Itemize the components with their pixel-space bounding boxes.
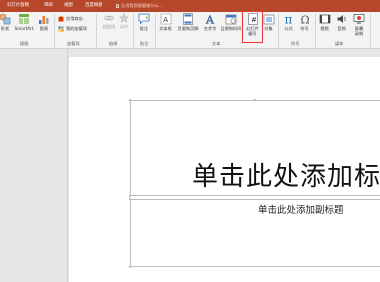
header-footer-button[interactable]: 页眉和页脚 <box>175 13 201 39</box>
pi-icon: π <box>284 13 292 25</box>
svg-text:A: A <box>163 16 168 24</box>
resize-handle[interactable] <box>254 99 256 101</box>
group-separator <box>96 14 97 48</box>
action-star-icon <box>119 13 129 23</box>
title-placeholder-text: 单击此处添加标 <box>192 162 380 192</box>
object-button[interactable]: 对象 <box>262 13 275 39</box>
bar-chart-icon <box>39 16 49 24</box>
my-addins-label: 我的加载项 <box>66 26 87 31</box>
film-icon <box>319 14 330 24</box>
omega-icon: Ω <box>300 14 309 26</box>
group-label-links: 链接 <box>109 41 118 46</box>
subtitle-placeholder-text: 单击此处添加副标题 <box>258 205 344 216</box>
screen-recording-icon <box>353 14 365 24</box>
hyperlink-label: 超链接 <box>102 24 116 29</box>
smartart-button[interactable]: SmartArt <box>12 13 36 39</box>
group-label-addins: 加载项 <box>67 41 80 46</box>
speaker-icon <box>337 15 346 23</box>
textbox-label: 文本框 <box>159 26 172 31</box>
date-time-button[interactable]: 日期和时间 <box>219 13 243 39</box>
group-separator <box>278 14 279 48</box>
group-separator <box>315 14 316 48</box>
equation-label: 公式 <box>284 26 293 31</box>
group-label-symbols: 符号 <box>291 41 300 46</box>
textbox-icon: A <box>160 13 171 25</box>
ribbon-insert: 形状 SmartArt 图表 插图 应用商店 我的加载项 加载项 超链接 动作 … <box>0 12 380 49</box>
header-footer-icon <box>183 13 193 25</box>
tab-view[interactable]: 视图 <box>64 2 73 10</box>
tab-baidu-netdisk[interactable]: 百度网盘 <box>85 2 103 10</box>
tell-me-search[interactable]: 告诉我您想要做什么... <box>116 2 163 10</box>
symbol-button[interactable]: Ω 符号 <box>297 13 312 39</box>
addins-icon <box>58 26 64 32</box>
equation-button[interactable]: π 公式 <box>281 13 296 39</box>
shapes-button[interactable]: 形状 <box>0 13 12 39</box>
calendar-icon <box>225 14 237 25</box>
resize-handle[interactable] <box>129 198 131 200</box>
comment-label: 批注 <box>139 26 149 31</box>
symbol-label: 符号 <box>300 26 309 31</box>
audio-label: 音频 <box>337 26 346 31</box>
svg-text:Ω: Ω <box>300 14 309 26</box>
comment-button[interactable]: 批注 <box>137 13 151 39</box>
audio-button[interactable]: 音频 <box>334 13 349 39</box>
resize-handle[interactable] <box>129 195 131 197</box>
store-button[interactable]: 应用商店 <box>58 15 83 23</box>
group-separator <box>54 14 55 48</box>
textbox-button[interactable]: A 文本框 <box>156 13 175 39</box>
action-label: 动作 <box>119 24 129 29</box>
svg-text:π: π <box>284 13 292 25</box>
svg-text:A: A <box>205 14 215 26</box>
screen-recording-button[interactable]: 屏幕 录制 <box>351 13 367 39</box>
group-label-illustrations: 插图 <box>20 41 29 46</box>
chart-label: 图表 <box>39 26 49 31</box>
group-separator <box>370 14 371 48</box>
group-separator <box>133 14 134 48</box>
slide-thumbnail-pane[interactable] <box>0 49 68 282</box>
wordart-button[interactable]: A 艺术字 <box>201 13 219 39</box>
smartart-icon <box>19 14 29 24</box>
object-icon <box>263 14 274 25</box>
video-label: 视频 <box>320 26 329 31</box>
tell-me-placeholder: 告诉我您想要做什么... <box>121 3 163 8</box>
smartart-label: SmartArt <box>14 26 34 31</box>
group-label-comments: 批注 <box>140 41 149 46</box>
store-icon <box>58 16 64 22</box>
resize-handle[interactable] <box>129 99 131 101</box>
action-button[interactable]: 动作 <box>118 13 130 39</box>
link-icon <box>104 15 114 21</box>
resize-handle[interactable] <box>129 266 131 268</box>
tab-slideshow[interactable]: 幻灯片放映 <box>7 2 29 10</box>
screen-recording-label-2: 录制 <box>354 31 364 36</box>
wordart-label: 艺术字 <box>203 26 217 31</box>
shapes-icon <box>0 13 11 25</box>
slide-number-highlight-box <box>242 11 263 43</box>
chart-button[interactable]: 图表 <box>37 13 51 39</box>
shapes-label: 形状 <box>0 26 10 31</box>
lightbulb-icon <box>116 4 119 8</box>
header-footer-label: 页眉和页脚 <box>177 26 199 31</box>
hyperlink-button[interactable]: 超链接 <box>99 13 119 39</box>
store-label: 应用商店 <box>66 16 83 21</box>
wordart-icon: A <box>205 13 215 26</box>
object-label: 对象 <box>264 26 273 31</box>
group-label-text: 文本 <box>212 41 221 46</box>
comment-icon <box>138 13 150 25</box>
ribbon-tab-bar: 幻灯片放映 审阅 视图 百度网盘 告诉我您想要做什么... <box>0 0 380 12</box>
video-button[interactable]: 视频 <box>317 13 332 39</box>
my-addins-button[interactable]: 我的加载项 <box>58 25 87 33</box>
group-label-media: 媒体 <box>335 41 344 46</box>
tab-review[interactable]: 审阅 <box>44 2 53 10</box>
date-time-label: 日期和时间 <box>220 26 242 31</box>
